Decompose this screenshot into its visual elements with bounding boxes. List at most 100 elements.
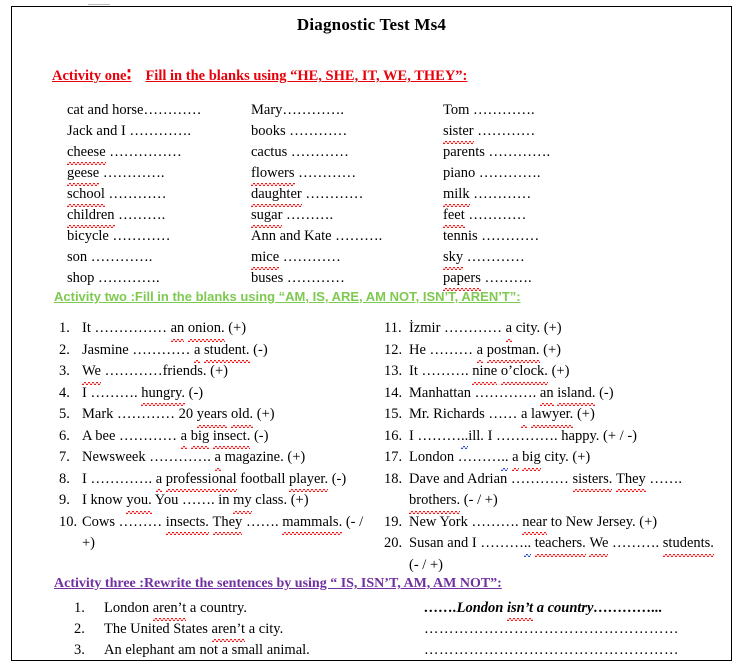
word-blank-item: son …………. — [67, 247, 251, 268]
exercise-item: 6. A bee ………… a big insect. (-) — [59, 426, 374, 449]
answer-blank[interactable]: ………… — [283, 270, 345, 286]
answer-blank[interactable]: ………… — [144, 102, 202, 118]
item-text[interactable]: Manhattan …………. an island. (-) — [409, 383, 724, 406]
exercise-item: 10. Cows ……… insects. They ……. mammals. (… — [59, 512, 374, 555]
word-label: cactus — [251, 144, 288, 160]
answer-line[interactable]: …………………………………………… — [424, 640, 724, 660]
item-text[interactable]: İzmir ………… a city. (+) — [409, 318, 724, 341]
item-text[interactable]: Cows ……… insects. They ……. mammals. (- /… — [82, 512, 374, 555]
item-text[interactable]: Mr. Richards …… a lawyer. (+) — [409, 404, 724, 427]
answer-blank[interactable]: ………… — [302, 186, 363, 202]
answer-blank[interactable]: …………. — [469, 102, 535, 118]
item-text[interactable]: Jasmine ………… a student. (-) — [82, 340, 374, 363]
answer-blank[interactable]: …………. — [87, 249, 153, 265]
rewrite-sentence: The United States aren’t a city. — [104, 619, 283, 642]
item-text[interactable]: I ………. hungry. (-) — [82, 383, 374, 406]
word-label: books — [251, 123, 286, 139]
rewrite-item: 1. London aren’t a country. — [74, 598, 424, 621]
activity-one-heading: Activity one∶ Fill in the blanks using “H… — [52, 64, 731, 87]
answer-blank[interactable]: ………… — [478, 228, 539, 244]
spelling-error: We — [82, 361, 101, 384]
answer-blank[interactable]: ………… — [470, 186, 531, 202]
activity-three-answers: …….London isn’t a country…………...……………………… — [424, 598, 724, 660]
answer-blank[interactable]: ………… — [474, 123, 535, 139]
word-label: school — [67, 184, 105, 207]
spelling-error: o’clock. — [500, 361, 549, 384]
word-column-1: cat and horse………… Jack and I …………. cheese … — [12, 100, 251, 289]
word-blank-item: sky ………… — [443, 247, 643, 270]
answer-blank[interactable]: ………. — [481, 270, 531, 286]
answer-blank[interactable]: …………. — [99, 165, 165, 181]
answer-blank[interactable]: ………. — [115, 207, 165, 223]
word-label: cheese — [67, 142, 106, 165]
answer-blank[interactable]: …………. — [282, 102, 344, 118]
item-text[interactable]: New York ………. near to New Jersey. (+) — [409, 512, 724, 535]
word-label: Ann and Kate — [251, 228, 332, 244]
word-label: feet — [443, 205, 465, 228]
rewrite-sentence: An elephant am not a small animal. — [104, 640, 310, 660]
answer-blank[interactable]: ………… — [295, 165, 356, 181]
item-number: 3. — [59, 363, 70, 379]
item-number: 2. — [59, 341, 70, 358]
word-label: daughter — [251, 184, 302, 207]
item-number: 12. — [384, 341, 403, 358]
item-number: 15. — [384, 406, 403, 422]
activity-two-items: 1. It …………… an onion. (+) 2. Jasmine ………… a… — [12, 318, 731, 576]
word-blank-item: Tom …………. — [443, 100, 643, 121]
word-blank-item: cat and horse………… — [67, 100, 251, 121]
answer-blank[interactable]: …………… — [106, 144, 182, 160]
spelling-error: brothers. — [409, 490, 461, 513]
word-blank-item: children ………. — [67, 205, 251, 228]
spelling-error: teachers. — [534, 533, 586, 556]
spelling-error: students. — [662, 533, 715, 556]
answer-blank[interactable]: ………… — [109, 228, 171, 244]
item-number: 16. — [384, 427, 403, 444]
answer-blank[interactable]: ………… — [463, 249, 525, 265]
activity-three-items: 1. London aren’t a country. 2. The United S… — [12, 598, 731, 660]
item-text[interactable]: Susan and I ……….. teachers. We ………. stud… — [409, 533, 724, 576]
answer-blank[interactable]: …………. — [485, 144, 551, 160]
item-text[interactable]: It …………… an onion. (+) — [82, 318, 374, 341]
answer-line[interactable]: …………………………………………… — [424, 619, 724, 640]
answer-blank[interactable]: ………. — [332, 228, 382, 244]
word-label: son — [67, 249, 88, 265]
item-text[interactable]: I ………..ill. I …………. happy. (+ / -) — [409, 426, 724, 449]
answer-blank[interactable]: ………… — [105, 186, 166, 202]
answer-blank[interactable]: …………. — [475, 165, 541, 181]
answer-blank[interactable]: ………… — [286, 123, 347, 139]
activity-two-heading: Activity two :Fill in the blanks using “… — [54, 289, 731, 304]
item-text[interactable]: I know you. You ……. in my class. (+) — [82, 490, 374, 513]
answer-blank[interactable]: …………. — [126, 123, 191, 139]
item-text[interactable]: Newsweek …………. a magazine. (+) — [82, 447, 374, 470]
word-label: papers — [443, 268, 481, 291]
spelling-error: small — [232, 640, 263, 660]
spelling-error: They — [212, 512, 242, 535]
item-text[interactable]: He ……… a postman. (+) — [409, 340, 724, 363]
spelling-error: We — [589, 533, 608, 556]
grammar-error: .. — [523, 533, 532, 556]
answer-blank[interactable]: ………… — [287, 144, 349, 160]
item-text[interactable]: I …………. a professional football player. … — [82, 469, 374, 492]
exercise-item: 12. He ……… a postman. (+) — [384, 340, 724, 363]
spelling-error: onion. — [187, 318, 225, 341]
item-text[interactable]: We …………friends. (+) — [82, 361, 374, 384]
answer-blank[interactable]: ………… — [465, 207, 526, 223]
answer-blank[interactable]: ………… — [279, 249, 341, 265]
item-text[interactable]: Dave and Adrian ………… sisters. They ……. b… — [409, 469, 724, 513]
example-answer[interactable]: …….London isn’t a country…………... — [424, 598, 724, 621]
answer-blank[interactable]: ………. — [282, 207, 333, 223]
item-text[interactable]: It ………. nine o’clock. (+) — [409, 361, 724, 384]
spelling-error: years — [196, 404, 227, 427]
item-text[interactable]: A bee ………… a big insect. (-) — [82, 426, 374, 449]
rewrite-item: 3. An elephant am not a small animal. — [74, 640, 424, 660]
spelling-error: a — [193, 340, 201, 363]
exercise-item: 9. I know you. You ……. in my class. (+) — [59, 490, 374, 513]
answer-blank[interactable]: …………. — [94, 270, 160, 286]
word-blank-item: Mary…………. — [251, 100, 443, 121]
item-text[interactable]: London ……….. a big city. (+) — [409, 447, 724, 470]
item-number: 4. — [59, 384, 70, 401]
activity-one-word-columns: cat and horse………… Jack and I …………. cheese … — [12, 100, 731, 291]
spelling-error: an — [539, 383, 554, 406]
item-text[interactable]: Mark ………… 20 years old. (+) — [82, 404, 374, 427]
word-label: buses — [251, 270, 284, 286]
